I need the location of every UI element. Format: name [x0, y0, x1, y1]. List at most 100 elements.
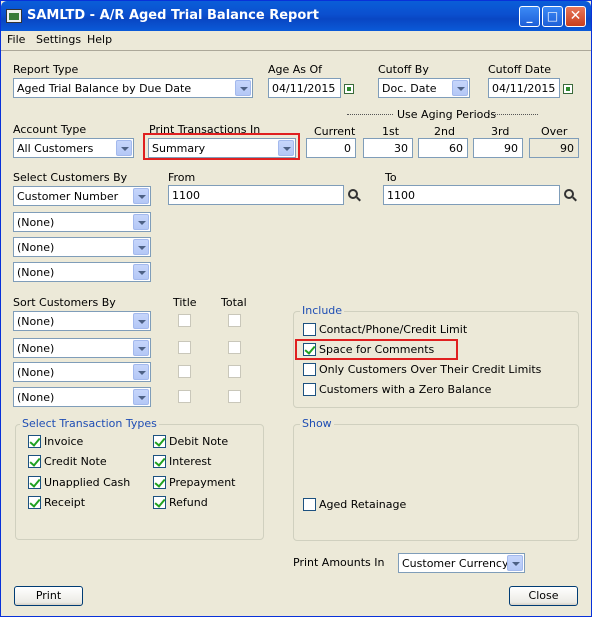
search-icon[interactable] — [348, 189, 360, 201]
cutoff-by-value: Doc. Date — [382, 82, 437, 95]
select-field-value: (None) — [17, 266, 55, 279]
sort-customers-field-2[interactable]: (None) — [13, 338, 151, 358]
prepayment-checkbox[interactable] — [153, 476, 166, 489]
sort-1-total-checkbox[interactable] — [228, 314, 241, 327]
sort-1-title-checkbox[interactable] — [178, 314, 191, 327]
aging-current-field[interactable]: 0 — [306, 138, 356, 158]
aging-3rd-field[interactable]: 90 — [473, 138, 523, 158]
menu-settings[interactable]: Settings — [36, 33, 81, 46]
chevron-down-icon[interactable] — [133, 188, 149, 204]
highlight-box — [143, 133, 300, 160]
from-field[interactable]: 1100 — [168, 185, 344, 205]
invoice-label: Invoice — [44, 435, 84, 448]
chevron-down-icon[interactable] — [507, 555, 523, 571]
receipt-checkbox[interactable] — [28, 496, 41, 509]
chevron-down-icon[interactable] — [133, 264, 149, 280]
sort-customers-field-1[interactable]: (None) — [13, 311, 151, 331]
over-credit-limit-checkbox[interactable] — [303, 363, 316, 376]
chevron-down-icon[interactable] — [452, 80, 468, 96]
credit-note-checkbox[interactable] — [28, 455, 41, 468]
report-type-value: Aged Trial Balance by Due Date — [17, 82, 192, 95]
select-field-value: (None) — [17, 216, 55, 229]
cutoff-date-value: 04/11/2015 — [492, 82, 556, 95]
aging-over-field: 90 — [529, 138, 579, 158]
select-customers-field-3[interactable]: (None) — [13, 237, 151, 257]
select-customers-field-4[interactable]: (None) — [13, 262, 151, 282]
chevron-down-icon[interactable] — [235, 80, 251, 96]
minimize-button[interactable]: _ — [519, 6, 540, 27]
sort-field-value: (None) — [17, 366, 55, 379]
menu-bar: File Settings Help — [1, 31, 591, 49]
receipt-label: Receipt — [44, 496, 86, 509]
aging-header-1st: 1st — [382, 125, 400, 138]
sort-4-total-checkbox[interactable] — [228, 390, 241, 403]
chevron-down-icon[interactable] — [133, 239, 149, 255]
debit-note-label: Debit Note — [169, 435, 229, 448]
to-label: To — [385, 171, 397, 184]
aging-1st-field[interactable]: 30 — [363, 138, 413, 158]
chevron-down-icon[interactable] — [133, 364, 149, 380]
invoice-checkbox[interactable] — [28, 435, 41, 448]
to-value: 1100 — [387, 189, 415, 202]
aging-2nd-value: 60 — [449, 142, 463, 155]
to-field[interactable]: 1100 — [383, 185, 560, 205]
menu-help[interactable]: Help — [87, 33, 112, 46]
contact-phone-label: Contact/Phone/Credit Limit — [319, 323, 468, 336]
aged-retainage-label: Aged Retainage — [319, 498, 407, 511]
sort-4-title-checkbox[interactable] — [178, 390, 191, 403]
title-bar[interactable]: SAMLTD - A/R Aged Trial Balance Report _… — [1, 1, 591, 31]
refund-label: Refund — [169, 496, 208, 509]
select-field-value: Customer Number — [17, 190, 119, 203]
print-amounts-select[interactable]: Customer Currency — [398, 553, 525, 573]
debit-note-checkbox[interactable] — [153, 435, 166, 448]
select-customers-label: Select Customers By — [13, 171, 128, 184]
transaction-types-title: Select Transaction Types — [20, 417, 159, 430]
sort-customers-field-4[interactable]: (None) — [13, 387, 151, 407]
chevron-down-icon[interactable] — [116, 140, 132, 156]
cutoff-date-field[interactable]: 04/11/2015 — [488, 78, 560, 98]
close-button[interactable]: Close — [509, 586, 578, 606]
aging-header-over: Over — [541, 125, 568, 138]
aging-2nd-field[interactable]: 60 — [418, 138, 468, 158]
calendar-icon[interactable] — [344, 84, 354, 94]
chevron-down-icon[interactable] — [133, 340, 149, 356]
total-column-header: Total — [221, 296, 247, 309]
aged-retainage-checkbox[interactable] — [303, 498, 316, 511]
menu-file[interactable]: File — [7, 33, 25, 46]
age-as-of-label: Age As Of — [268, 63, 323, 76]
sort-2-title-checkbox[interactable] — [178, 341, 191, 354]
chevron-down-icon[interactable] — [133, 389, 149, 405]
select-field-value: (None) — [17, 241, 55, 254]
chevron-down-icon[interactable] — [133, 313, 149, 329]
zero-balance-checkbox[interactable] — [303, 383, 316, 396]
account-type-select[interactable]: All Customers — [13, 138, 134, 158]
cutoff-by-label: Cutoff By — [378, 63, 429, 76]
maximize-button[interactable]: □ — [542, 6, 563, 27]
interest-checkbox[interactable] — [153, 455, 166, 468]
select-customers-field-2[interactable]: (None) — [13, 212, 151, 232]
cutoff-by-select[interactable]: Doc. Date — [378, 78, 470, 98]
from-label: From — [168, 171, 196, 184]
sort-3-title-checkbox[interactable] — [178, 365, 191, 378]
zero-balance-label: Customers with a Zero Balance — [319, 383, 492, 396]
aging-periods-title: Use Aging Periods — [397, 108, 497, 121]
age-as-of-value: 04/11/2015 — [272, 82, 336, 95]
window-title: SAMLTD - A/R Aged Trial Balance Report — [27, 8, 319, 23]
select-customers-field-1[interactable]: Customer Number — [13, 186, 151, 206]
search-icon[interactable] — [564, 189, 576, 201]
highlight-box — [295, 339, 458, 360]
refund-checkbox[interactable] — [153, 496, 166, 509]
calendar-icon[interactable] — [563, 84, 573, 94]
report-type-select[interactable]: Aged Trial Balance by Due Date — [13, 78, 253, 98]
from-value: 1100 — [172, 189, 200, 202]
unapplied-cash-checkbox[interactable] — [28, 476, 41, 489]
contact-phone-checkbox[interactable] — [303, 323, 316, 336]
sort-3-total-checkbox[interactable] — [228, 365, 241, 378]
sort-customers-field-3[interactable]: (None) — [13, 362, 151, 382]
print-button[interactable]: Print — [14, 586, 83, 606]
aging-header-3rd: 3rd — [491, 125, 510, 138]
chevron-down-icon[interactable] — [133, 214, 149, 230]
sort-2-total-checkbox[interactable] — [228, 341, 241, 354]
age-as-of-field[interactable]: 04/11/2015 — [268, 78, 341, 98]
close-window-button[interactable]: ✕ — [565, 6, 586, 27]
